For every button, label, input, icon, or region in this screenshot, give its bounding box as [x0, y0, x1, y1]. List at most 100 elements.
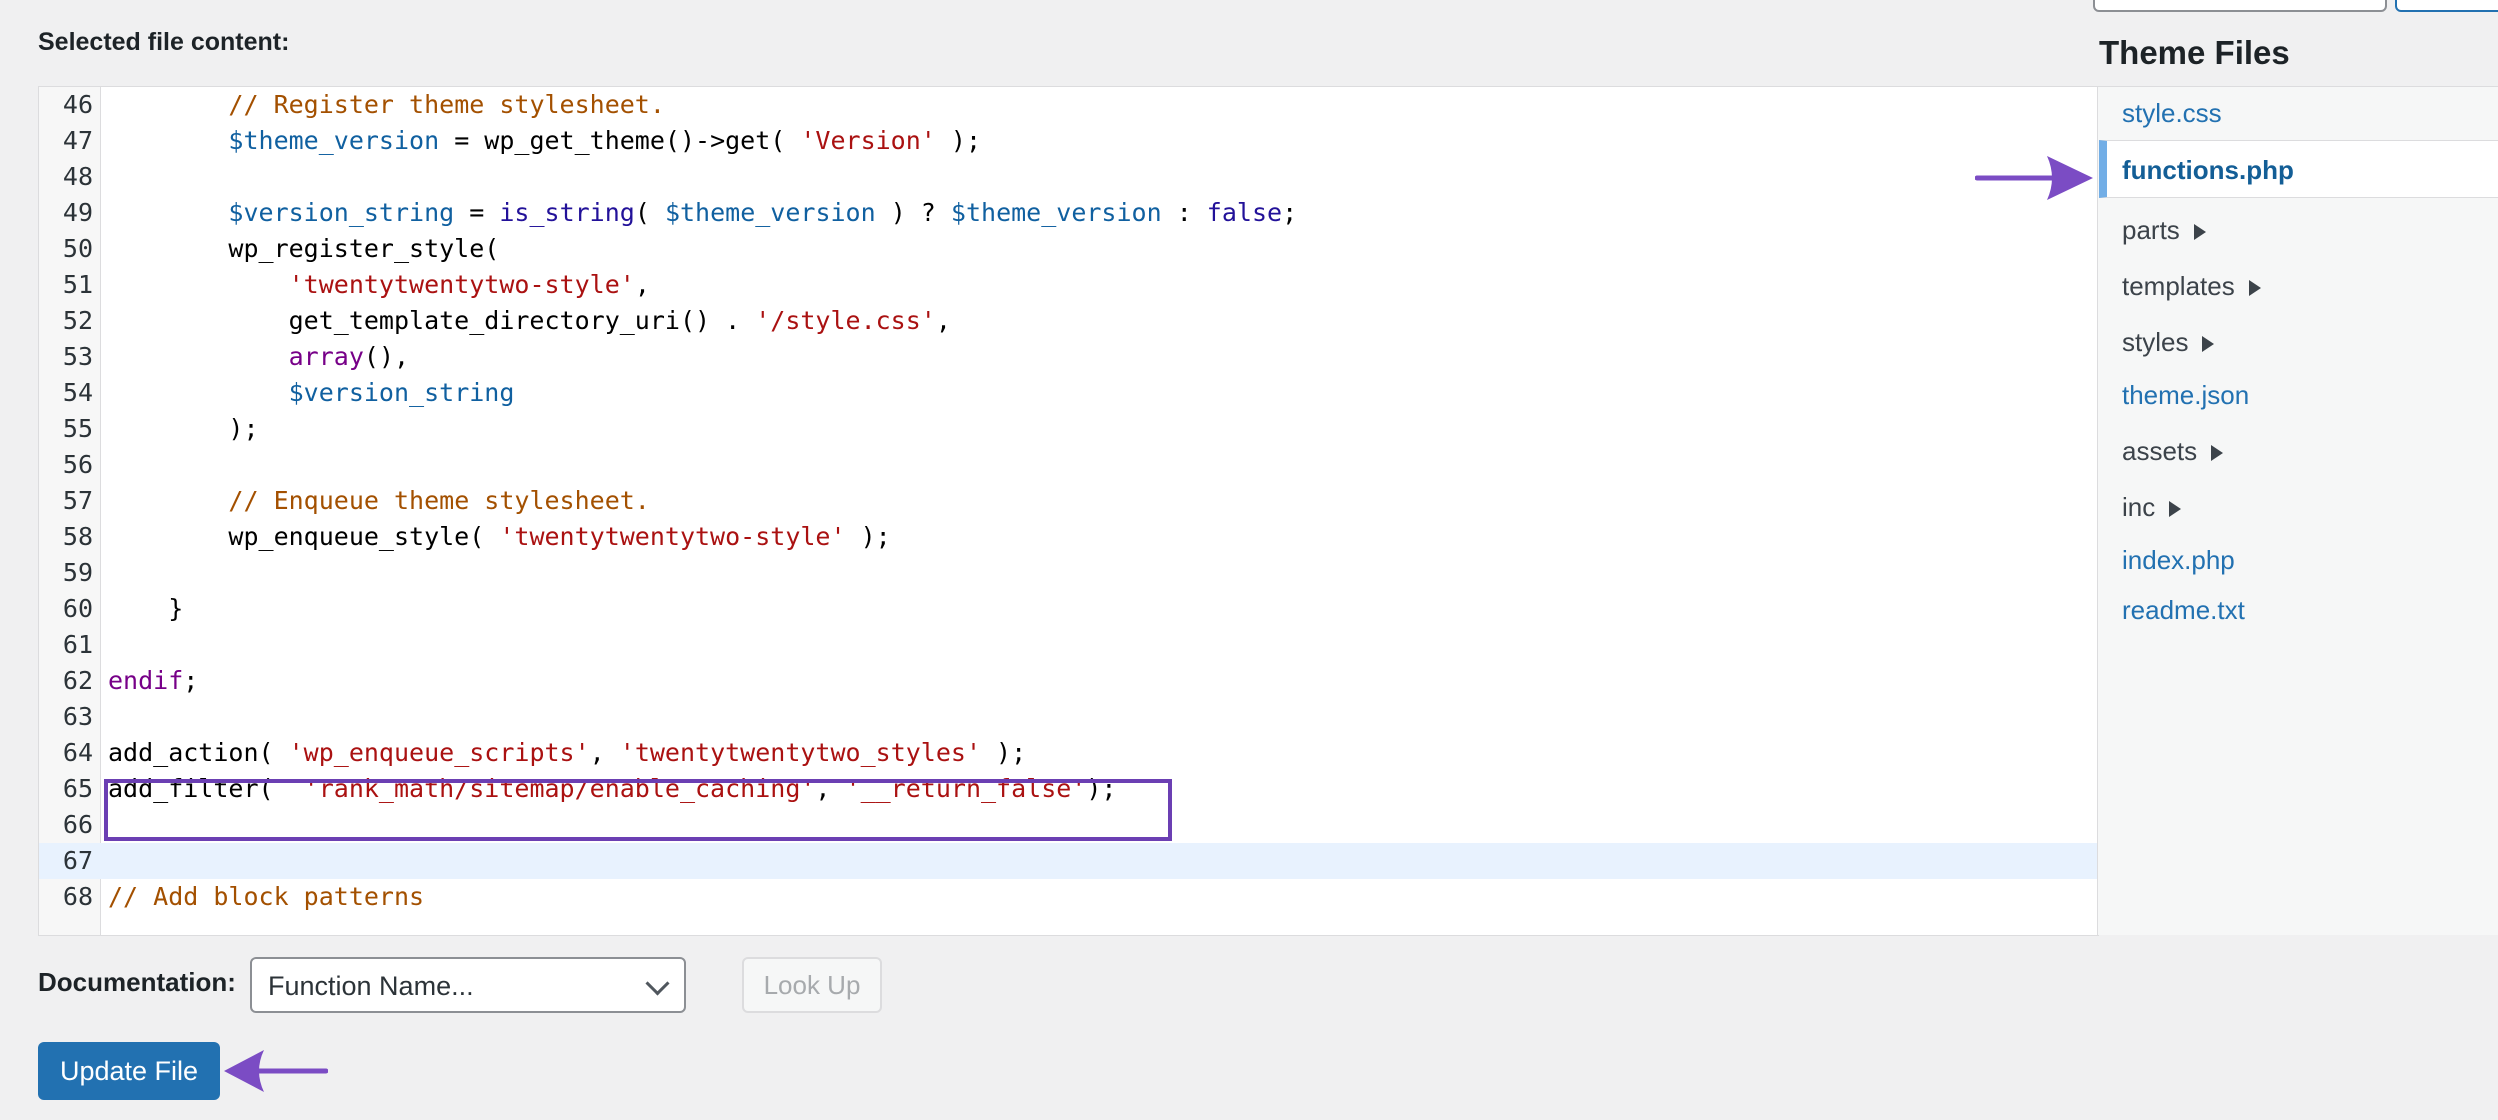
code-line[interactable]: 53 array(), — [39, 339, 2098, 375]
code-token: ); — [108, 414, 259, 443]
code-token: , — [634, 270, 650, 299]
line-number: 55 — [62, 414, 93, 443]
theme-file-item[interactable]: inc — [2122, 490, 2182, 524]
code-text[interactable]: // Enqueue theme stylesheet. — [108, 483, 650, 519]
line-number: 57 — [62, 486, 93, 515]
function-name-select-value: Function Name... — [268, 971, 474, 1001]
code-token: get_template_directory_uri() . — [108, 306, 756, 335]
code-text[interactable]: $version_string — [108, 375, 515, 411]
theme-file-item[interactable]: index.php — [2122, 543, 2235, 577]
select-button-partial[interactable] — [2395, 0, 2498, 12]
caret-right-icon — [2211, 445, 2224, 462]
caret-right-icon — [2202, 336, 2215, 353]
code-text[interactable]: // Add block patterns — [108, 879, 424, 915]
documentation-label: Documentation: — [38, 967, 236, 997]
code-line[interactable]: 67 — [39, 843, 2098, 879]
code-line[interactable]: 51 'twentytwentytwo-style', — [39, 267, 2098, 303]
code-token: // Enqueue theme stylesheet. — [228, 486, 650, 515]
code-token: , — [589, 738, 620, 767]
theme-file-label: theme.json — [2122, 380, 2250, 410]
chevron-down-icon — [645, 971, 670, 996]
theme-file-item[interactable]: style.css — [2122, 96, 2222, 130]
line-number: 65 — [62, 774, 93, 803]
code-line[interactable]: 61 — [39, 627, 2098, 663]
code-line[interactable]: 57 // Enqueue theme stylesheet. — [39, 483, 2098, 519]
code-text[interactable]: add_action( 'wp_enqueue_scripts', 'twent… — [108, 735, 1026, 771]
code-line[interactable]: 55 ); — [39, 411, 2098, 447]
line-number: 49 — [62, 198, 93, 227]
code-token: = wp_get_theme()->get( — [439, 126, 801, 155]
theme-file-label: style.css — [2122, 98, 2222, 128]
code-text[interactable]: ); — [108, 411, 259, 447]
code-token: add_action( — [108, 738, 289, 767]
code-line[interactable]: 52 get_template_directory_uri() . '/styl… — [39, 303, 2098, 339]
line-number: 48 — [62, 162, 93, 191]
code-line[interactable]: 62 endif; — [39, 663, 2098, 699]
code-token: , — [935, 306, 951, 335]
code-token: ; — [183, 666, 199, 695]
theme-file-item[interactable]: assets — [2122, 434, 2224, 468]
look-up-button[interactable]: Look Up — [742, 957, 882, 1013]
code-text[interactable]: // Register theme stylesheet. — [108, 87, 665, 123]
code-token: // Register theme stylesheet. — [228, 90, 665, 119]
code-token: wp_register_style( — [108, 234, 500, 263]
line-number: 56 — [62, 450, 93, 479]
code-line[interactable]: 64 add_action( 'wp_enqueue_scripts', 'twe… — [39, 735, 2098, 771]
code-text[interactable]: get_template_directory_uri() . '/style.c… — [108, 303, 951, 339]
caret-right-icon — [2193, 224, 2206, 241]
code-line[interactable]: 47 $theme_version = wp_get_theme()->get(… — [39, 123, 2098, 159]
code-text[interactable]: } — [108, 591, 183, 627]
highlight-annotation-box — [104, 779, 1172, 841]
code-token: : — [1161, 198, 1207, 227]
code-line[interactable]: 60 } — [39, 591, 2098, 627]
code-token: 'Version' — [800, 126, 936, 155]
code-line[interactable]: 68 // Add block patterns — [39, 879, 2098, 915]
code-line[interactable]: 50 wp_register_style( — [39, 231, 2098, 267]
code-token: (), — [363, 342, 410, 371]
code-line[interactable]: 56 — [39, 447, 2098, 483]
code-line[interactable]: 46 // Register theme stylesheet. — [39, 87, 2098, 123]
line-number: 50 — [62, 234, 93, 263]
code-token: 'wp_enqueue_scripts' — [288, 738, 590, 767]
theme-file-item[interactable]: parts — [2122, 213, 2206, 247]
code-token: 'twentytwentytwo_styles' — [619, 738, 981, 767]
code-line[interactable]: 58 wp_enqueue_style( 'twentytwentytwo-st… — [39, 519, 2098, 555]
code-token: 'twentytwentytwo-style' — [288, 270, 635, 299]
code-line[interactable]: 49 $version_string = is_string( $theme_v… — [39, 195, 2098, 231]
code-line[interactable]: 59 — [39, 555, 2098, 591]
code-text[interactable]: wp_register_style( — [108, 231, 499, 267]
code-token: false — [1206, 198, 1283, 227]
theme-file-label: styles — [2122, 327, 2189, 357]
update-file-button[interactable]: Update File — [38, 1042, 220, 1100]
theme-file-item[interactable]: styles — [2122, 325, 2215, 359]
theme-file-item[interactable]: readme.txt — [2122, 593, 2245, 627]
line-number: 58 — [62, 522, 93, 551]
code-token: $theme_version — [664, 198, 876, 227]
theme-file-item[interactable]: functions.php — [2099, 140, 2498, 198]
code-line[interactable]: 54 $version_string — [39, 375, 2098, 411]
search-field-partial[interactable] — [2093, 0, 2387, 12]
code-token: '/style.css' — [755, 306, 936, 335]
code-text[interactable]: endif; — [108, 663, 198, 699]
code-text[interactable]: 'twentytwentytwo-style', — [108, 267, 650, 303]
selected-file-content-label: Selected file content: — [38, 28, 290, 56]
line-number: 54 — [62, 378, 93, 407]
theme-file-label: functions.php — [2122, 155, 2294, 185]
caret-right-icon — [2248, 280, 2261, 297]
code-text[interactable]: wp_enqueue_style( 'twentytwentytwo-style… — [108, 519, 891, 555]
code-token: ); — [845, 522, 891, 551]
theme-file-label: index.php — [2122, 545, 2235, 575]
code-line[interactable]: 63 — [39, 699, 2098, 735]
code-token: $version_string — [228, 198, 455, 227]
theme-file-item[interactable]: theme.json — [2122, 378, 2249, 412]
code-text[interactable]: array(), — [108, 339, 409, 375]
theme-file-item[interactable]: templates — [2122, 269, 2261, 303]
code-line[interactable]: 48 — [39, 159, 2098, 195]
function-name-select[interactable]: Function Name... — [250, 957, 686, 1013]
code-token: $theme_version — [950, 198, 1162, 227]
code-text[interactable]: $theme_version = wp_get_theme()->get( 'V… — [108, 123, 981, 159]
code-text[interactable]: $version_string = is_string( $theme_vers… — [108, 195, 1297, 231]
